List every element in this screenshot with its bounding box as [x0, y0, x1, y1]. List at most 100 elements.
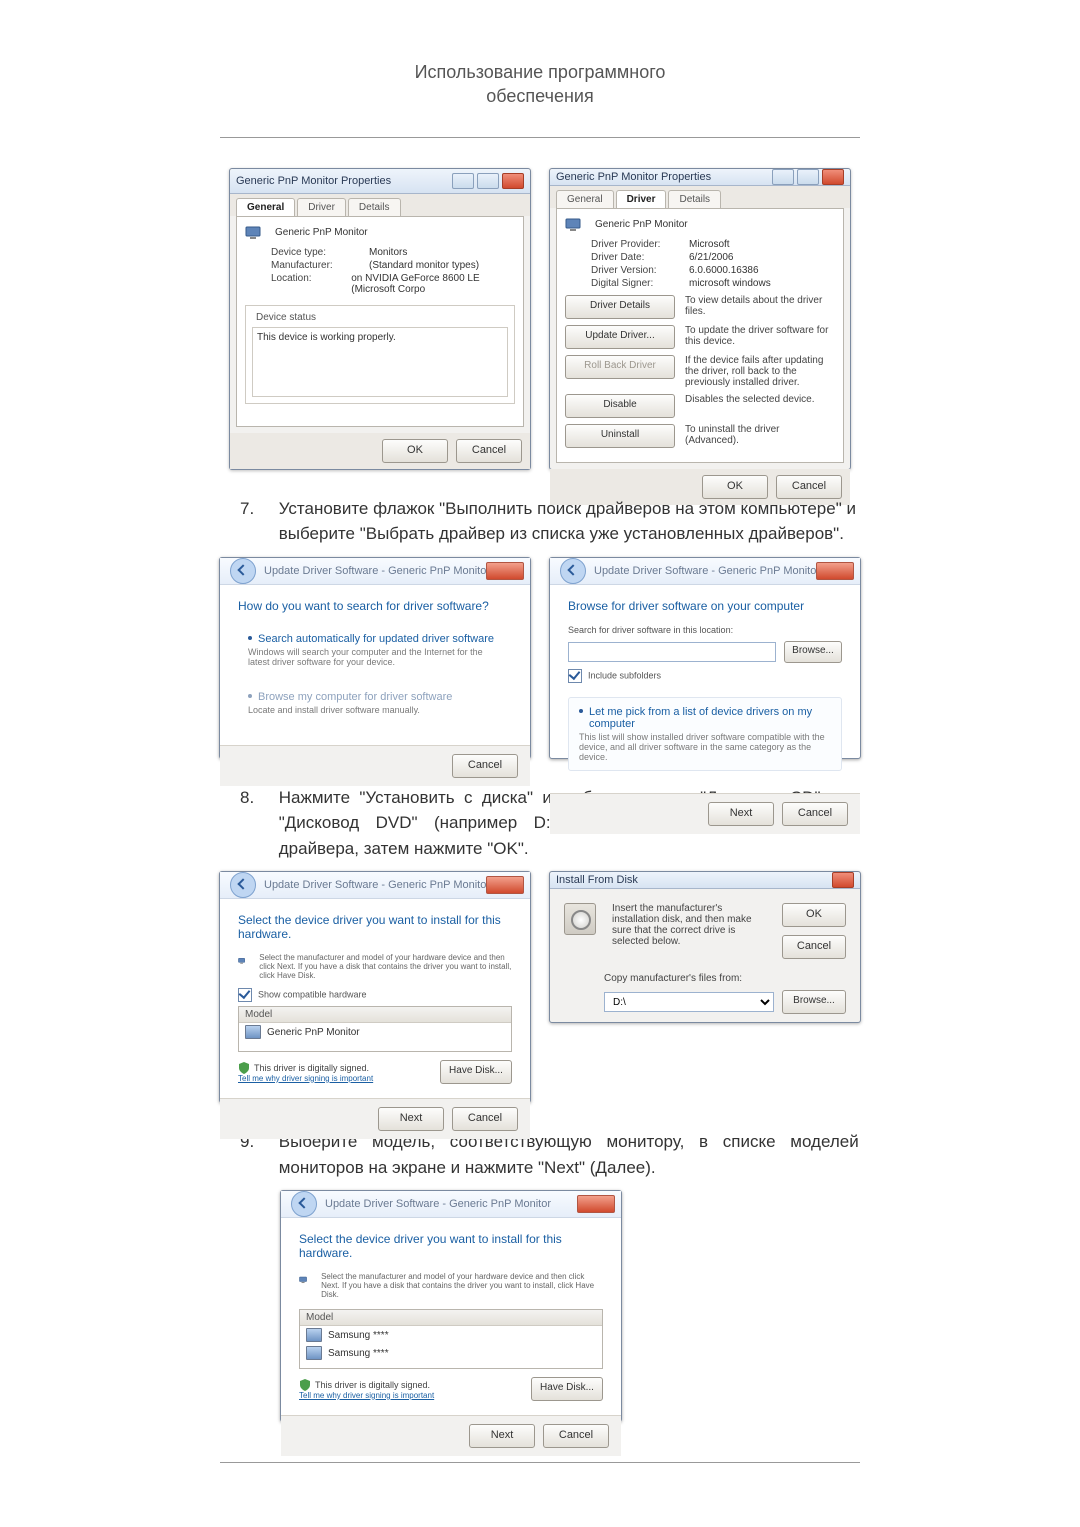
select-device-driver-wizard: Update Driver Software - Generic PnP Mon… [219, 871, 531, 1103]
value: 6/21/2006 [689, 252, 734, 263]
cancel-button[interactable]: Cancel [543, 1424, 609, 1448]
value: on NVIDIA GeForce 8600 LE (Microsoft Cor… [351, 273, 515, 295]
ok-button[interactable]: OK [382, 439, 448, 463]
close-icon[interactable] [486, 562, 524, 580]
device-name: Generic PnP Monitor [595, 219, 688, 230]
maximize-icon[interactable] [477, 173, 499, 189]
arrow-icon [248, 694, 252, 698]
close-icon[interactable] [832, 872, 854, 888]
monitor-icon [245, 225, 261, 241]
cancel-button[interactable]: Cancel [452, 1107, 518, 1131]
tab-details[interactable]: Details [348, 198, 401, 216]
update-driver-button[interactable]: Update Driver... [565, 325, 675, 349]
minimize-icon[interactable] [772, 169, 794, 185]
maximize-icon[interactable] [797, 169, 819, 185]
model-name: Samsung **** [328, 1330, 389, 1341]
label: Driver Provider: [591, 239, 679, 250]
cancel-button[interactable]: Cancel [782, 802, 848, 826]
dialog-title: Generic PnP Monitor Properties [236, 175, 391, 187]
back-icon[interactable] [230, 872, 256, 898]
list-item[interactable]: Samsung **** [300, 1344, 602, 1362]
device-name: Generic PnP Monitor [275, 227, 368, 238]
cancel-button[interactable]: Cancel [456, 439, 522, 463]
model-header: Model [300, 1310, 602, 1326]
option-title: Search automatically for updated driver … [258, 633, 494, 645]
back-icon[interactable] [291, 1191, 317, 1217]
label: Driver Version: [591, 265, 679, 276]
option-pick-from-list[interactable]: Let me pick from a list of device driver… [568, 697, 842, 771]
desc: To view details about the driver files. [685, 295, 835, 317]
have-disk-button[interactable]: Have Disk... [531, 1377, 603, 1401]
monitor-icon [306, 1346, 322, 1360]
monitor-icon [238, 953, 245, 969]
step-text: Установите флажок "Выполнить поиск драйв… [279, 496, 859, 547]
monitor-props-general-dialog: Generic PnP Monitor Properties General D… [229, 168, 531, 470]
monitor-icon [245, 1025, 261, 1039]
wizard-crumb: Update Driver Software - Generic PnP Mon… [264, 879, 490, 891]
desc: If the device fails after updating the d… [685, 355, 835, 388]
label: Device type: [271, 247, 359, 258]
list-item[interactable]: Generic PnP Monitor [239, 1023, 511, 1041]
minimize-icon[interactable] [452, 173, 474, 189]
footer-divider [220, 1462, 860, 1463]
show-compatible-checkbox[interactable] [238, 988, 252, 1002]
rollback-driver-button: Roll Back Driver [565, 355, 675, 379]
dialog-title: Generic PnP Monitor Properties [556, 171, 711, 183]
cancel-button[interactable]: Cancel [452, 754, 518, 778]
ok-button[interactable]: OK [782, 903, 846, 927]
next-button[interactable]: Next [378, 1107, 444, 1131]
page-header-line1: Использование программного [0, 60, 1080, 84]
signed-label: This driver is digitally signed. [315, 1380, 430, 1390]
wizard-subtext: Select the manufacturer and model of you… [321, 1272, 603, 1299]
disable-button[interactable]: Disable [565, 394, 675, 418]
tab-general[interactable]: General [236, 198, 295, 216]
option-search-auto[interactable]: Search automatically for updated driver … [238, 625, 512, 675]
model-name: Generic PnP Monitor [267, 1027, 360, 1038]
device-status-text: This device is working properly. [257, 332, 396, 343]
tab-driver[interactable]: Driver [297, 198, 346, 216]
close-icon[interactable] [486, 876, 524, 894]
back-icon[interactable] [230, 558, 256, 584]
value: (Standard monitor types) [369, 260, 479, 271]
uninstall-button[interactable]: Uninstall [565, 424, 675, 448]
include-subfolders-label: Include subfolders [588, 670, 661, 680]
option-desc: This list will show installed driver sof… [579, 732, 831, 762]
next-button[interactable]: Next [708, 802, 774, 826]
signing-info-link[interactable]: Tell me why driver signing is important [299, 1391, 434, 1400]
monitor-icon [565, 217, 581, 233]
close-icon[interactable] [816, 562, 854, 580]
tab-details[interactable]: Details [668, 190, 721, 208]
copy-from-label: Copy manufacturer's files from: [604, 973, 846, 984]
next-button[interactable]: Next [469, 1424, 535, 1448]
update-driver-wizard-browse: Update Driver Software - Generic PnP Mon… [549, 557, 861, 759]
list-item[interactable]: Samsung **** [300, 1326, 602, 1344]
page-header-line2: обеспечения [0, 84, 1080, 108]
update-driver-wizard-search: Update Driver Software - Generic PnP Mon… [219, 557, 531, 759]
tab-general[interactable]: General [556, 190, 614, 208]
have-disk-button[interactable]: Have Disk... [440, 1060, 512, 1084]
model-listbox[interactable]: Model Generic PnP Monitor [238, 1006, 512, 1052]
browse-button[interactable]: Browse... [782, 990, 846, 1014]
value: Microsoft [689, 239, 730, 250]
browse-button[interactable]: Browse... [784, 641, 842, 663]
tab-driver[interactable]: Driver [616, 190, 667, 208]
search-location-label: Search for driver software in this locat… [568, 625, 842, 635]
include-subfolders-checkbox[interactable] [568, 669, 582, 683]
monitor-icon [306, 1328, 322, 1342]
desc: To uninstall the driver (Advanced). [685, 424, 835, 446]
driver-details-button[interactable]: Driver Details [565, 295, 675, 319]
wizard-heading: Browse for driver software on your compu… [568, 599, 842, 613]
close-icon[interactable] [577, 1195, 615, 1213]
install-from-disk-dialog: Install From Disk Insert the manufacture… [549, 871, 861, 1023]
model-listbox[interactable]: Model Samsung **** Samsung **** [299, 1309, 603, 1369]
back-icon[interactable] [560, 558, 586, 584]
close-icon[interactable] [502, 173, 524, 189]
option-title: Let me pick from a list of device driver… [589, 706, 812, 730]
search-location-input[interactable] [568, 642, 776, 662]
step-number: 7. [240, 496, 274, 522]
signing-info-link[interactable]: Tell me why driver signing is important [238, 1074, 373, 1083]
copy-from-select[interactable]: D:\ [604, 992, 774, 1012]
option-browse-computer[interactable]: Browse my computer for driver software L… [238, 683, 512, 723]
close-icon[interactable] [822, 169, 844, 185]
cancel-button[interactable]: Cancel [782, 935, 846, 959]
